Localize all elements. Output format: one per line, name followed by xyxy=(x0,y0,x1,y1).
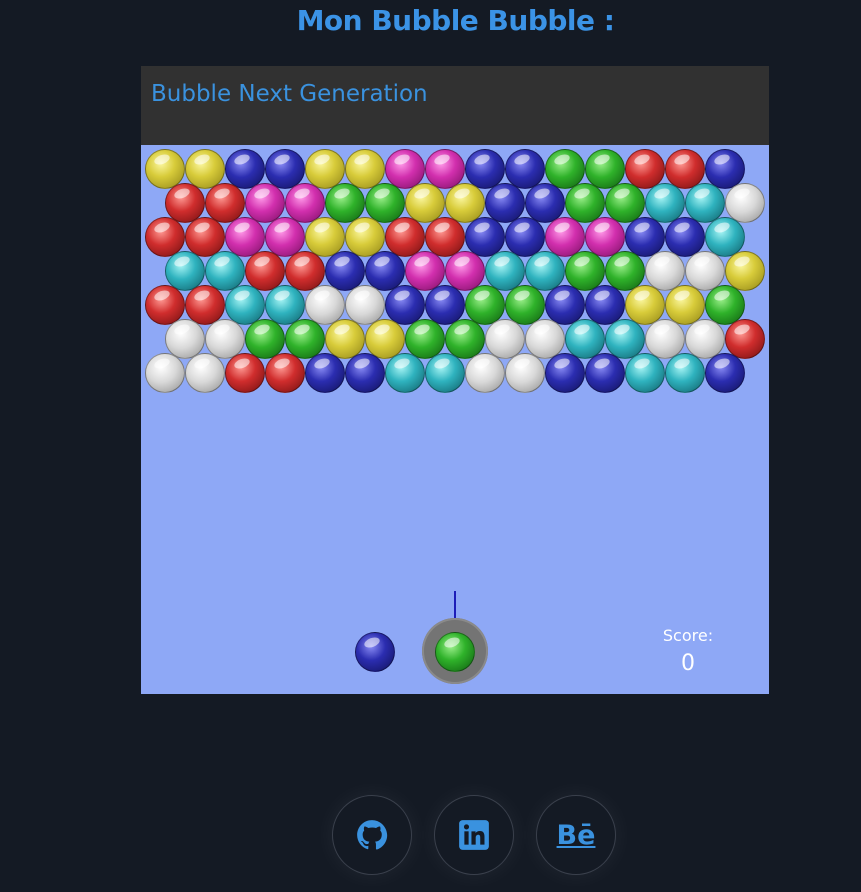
game-header-title: Bubble Next Generation xyxy=(151,81,428,107)
bubble-cyan xyxy=(625,353,665,393)
bubble-cyan xyxy=(425,353,465,393)
linkedin-link[interactable] xyxy=(434,795,514,875)
github-link[interactable] xyxy=(332,795,412,875)
bubble-red xyxy=(265,353,305,393)
linkedin-icon xyxy=(459,820,489,850)
score-value: 0 xyxy=(681,651,695,676)
bubble-blue xyxy=(545,353,585,393)
next-bubble xyxy=(355,632,395,672)
game-frame[interactable]: Bubble Next Generation Score: 0 xyxy=(141,66,769,694)
bubble-grid xyxy=(141,145,769,405)
score-label: Score: xyxy=(662,626,714,645)
bubble-white xyxy=(145,353,185,393)
bubble-blue xyxy=(345,353,385,393)
bubble-blue xyxy=(705,353,745,393)
bubble-white xyxy=(505,353,545,393)
bubble-blue xyxy=(305,353,345,393)
bubble-cyan xyxy=(385,353,425,393)
bubble-cyan xyxy=(665,353,705,393)
bubble-blue xyxy=(585,353,625,393)
behance-link[interactable]: Bē xyxy=(536,795,616,875)
bubble-red xyxy=(225,353,265,393)
game-header: Bubble Next Generation xyxy=(141,66,769,145)
bubble-white xyxy=(185,353,225,393)
github-icon xyxy=(357,820,388,850)
behance-icon: Bē xyxy=(556,819,596,851)
bubble-white xyxy=(465,353,505,393)
page-title: Mon Bubble Bubble : xyxy=(296,4,615,37)
current-bubble[interactable] xyxy=(435,632,475,672)
